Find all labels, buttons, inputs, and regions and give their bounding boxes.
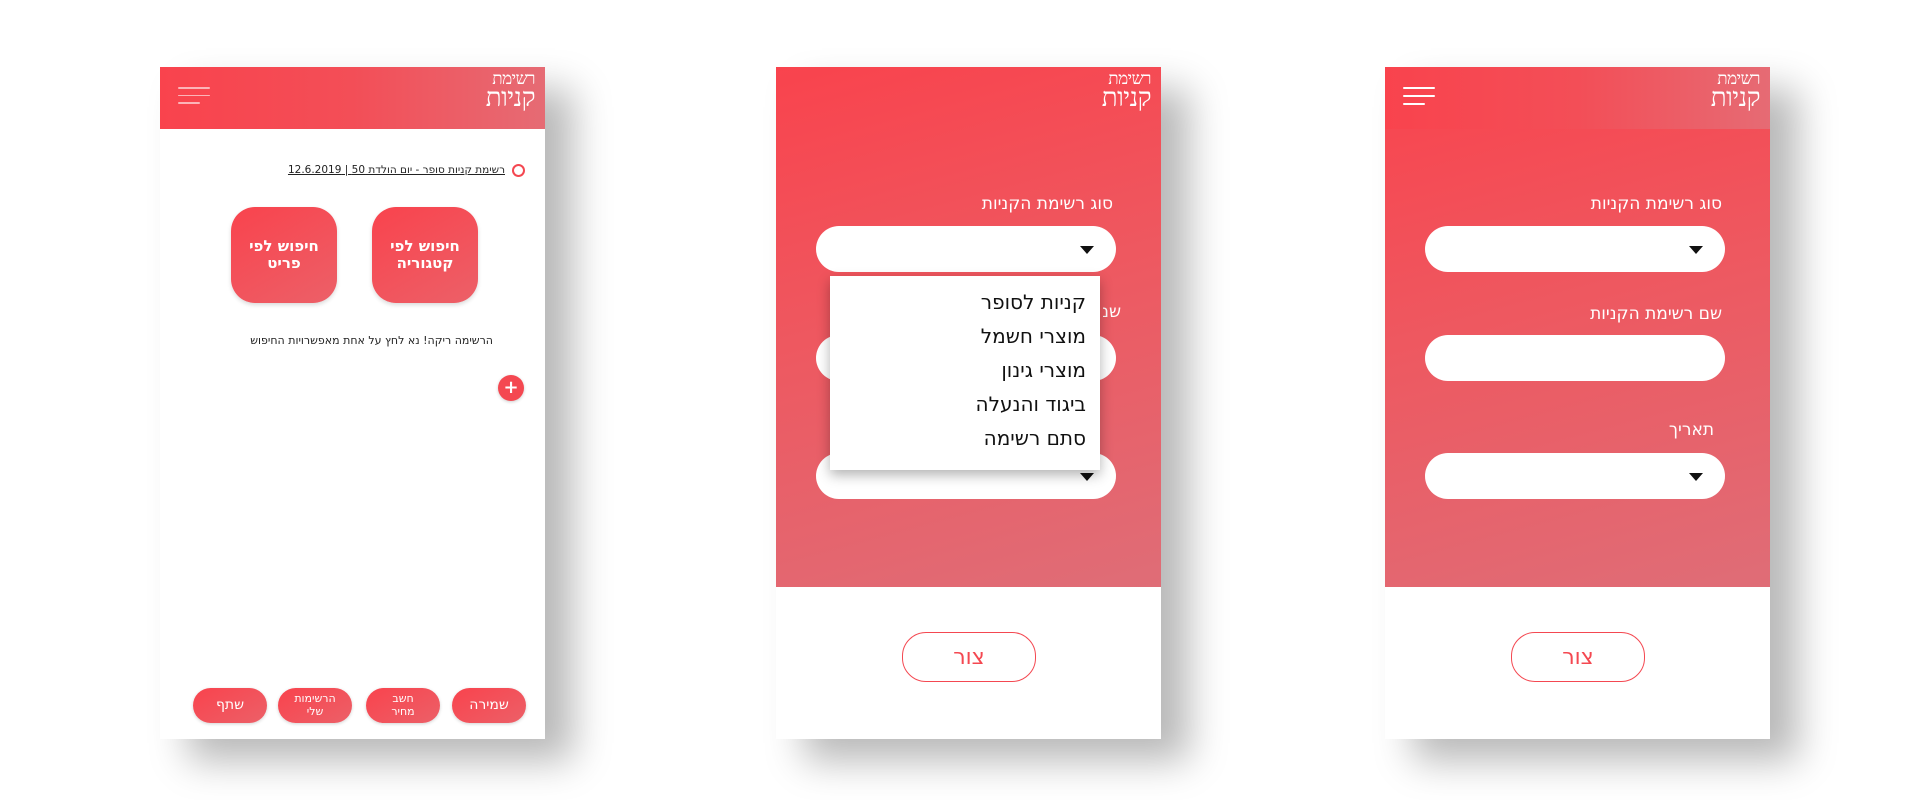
- form-area: [1385, 67, 1770, 587]
- my-lists-label: הרשימות שלי: [294, 691, 336, 718]
- logo-line-2: קניות: [485, 83, 536, 113]
- caret-down-icon: [1689, 473, 1703, 481]
- plus-icon[interactable]: +: [498, 375, 524, 401]
- logo-line-2: קניות: [1101, 83, 1152, 113]
- list-name-label-partial: שם רשימת הקניות: [1103, 302, 1121, 330]
- list-name-label: שם רשימת הקניות: [1103, 302, 1121, 322]
- list-type-select[interactable]: [1425, 226, 1725, 272]
- phone-screen-list: רשימת קניות רשימת קניות סופר - יום הולדת…: [160, 67, 545, 739]
- date-select[interactable]: [1425, 453, 1725, 499]
- share-label: שתף: [215, 697, 245, 714]
- share-button[interactable]: שתף: [193, 688, 267, 723]
- list-type-label: סוג רשימת הקניות: [1590, 194, 1722, 214]
- app-logo: רשימת קניות: [471, 71, 536, 113]
- app-header: רשימת קניות: [1385, 67, 1770, 129]
- search-by-category-button[interactable]: חיפוש לפי קטגוריה: [372, 207, 478, 303]
- calc-price-label: חשב מחיר: [391, 691, 415, 718]
- list-type-dropdown: קניות לסופר מוצרי חשמל מוצרי גינון ביגוד…: [830, 276, 1100, 470]
- current-list-title[interactable]: רשימת קניות סופר - יום הולדת 50 | 12.6.2…: [288, 164, 505, 176]
- dropdown-option[interactable]: קניות לסופר: [981, 290, 1086, 314]
- app-header: רשימת קניות: [776, 67, 1161, 129]
- create-button[interactable]: צור: [902, 632, 1036, 682]
- search-by-item-button[interactable]: חיפוש לפי פריט: [231, 207, 337, 303]
- my-lists-button[interactable]: הרשימות שלי: [278, 688, 352, 723]
- dropdown-option[interactable]: סתם רשימה: [984, 426, 1086, 450]
- phone-screen-create: רשימת קניות סוג רשימת הקניות שם רשימת הק…: [1385, 67, 1770, 739]
- caret-down-icon: [1689, 246, 1703, 254]
- logo-line-2: קניות: [1710, 83, 1761, 113]
- save-label: שמירה: [469, 697, 509, 714]
- create-button[interactable]: צור: [1511, 632, 1645, 682]
- list-type-select[interactable]: [816, 226, 1116, 272]
- app-logo: רשימת קניות: [1087, 71, 1152, 113]
- dropdown-option[interactable]: מוצרי חשמל: [981, 324, 1086, 348]
- app-header: רשימת קניות: [160, 67, 545, 129]
- hamburger-icon[interactable]: [1403, 87, 1435, 111]
- caret-down-icon: [1080, 473, 1094, 481]
- dropdown-option[interactable]: ביגוד והנעלה: [976, 392, 1086, 416]
- radio-icon[interactable]: [512, 164, 525, 177]
- caret-down-icon: [1080, 246, 1094, 254]
- dropdown-option[interactable]: מוצרי גינון: [1001, 358, 1086, 382]
- list-name-field[interactable]: [1425, 335, 1725, 381]
- save-button[interactable]: שמירה: [452, 688, 526, 723]
- phone-screen-create-dropdown: רשימת קניות סוג רשימת הקניות שם רשימת הק…: [776, 67, 1161, 739]
- search-by-category-label: חיפוש לפי קטגוריה: [390, 236, 460, 272]
- date-label: תאריך: [1668, 420, 1714, 440]
- app-logo: רשימת קניות: [1696, 71, 1761, 113]
- calc-price-button[interactable]: חשב מחיר: [366, 688, 440, 723]
- hamburger-icon[interactable]: [178, 87, 210, 111]
- search-by-item-label: חיפוש לפי פריט: [249, 236, 319, 272]
- list-type-label: סוג רשימת הקניות: [981, 194, 1113, 214]
- list-name-label: שם רשימת הקניות: [1590, 304, 1722, 324]
- empty-list-message: הרשימה ריקה! נא לחץ על אחת מאפשרויות החי…: [250, 334, 493, 347]
